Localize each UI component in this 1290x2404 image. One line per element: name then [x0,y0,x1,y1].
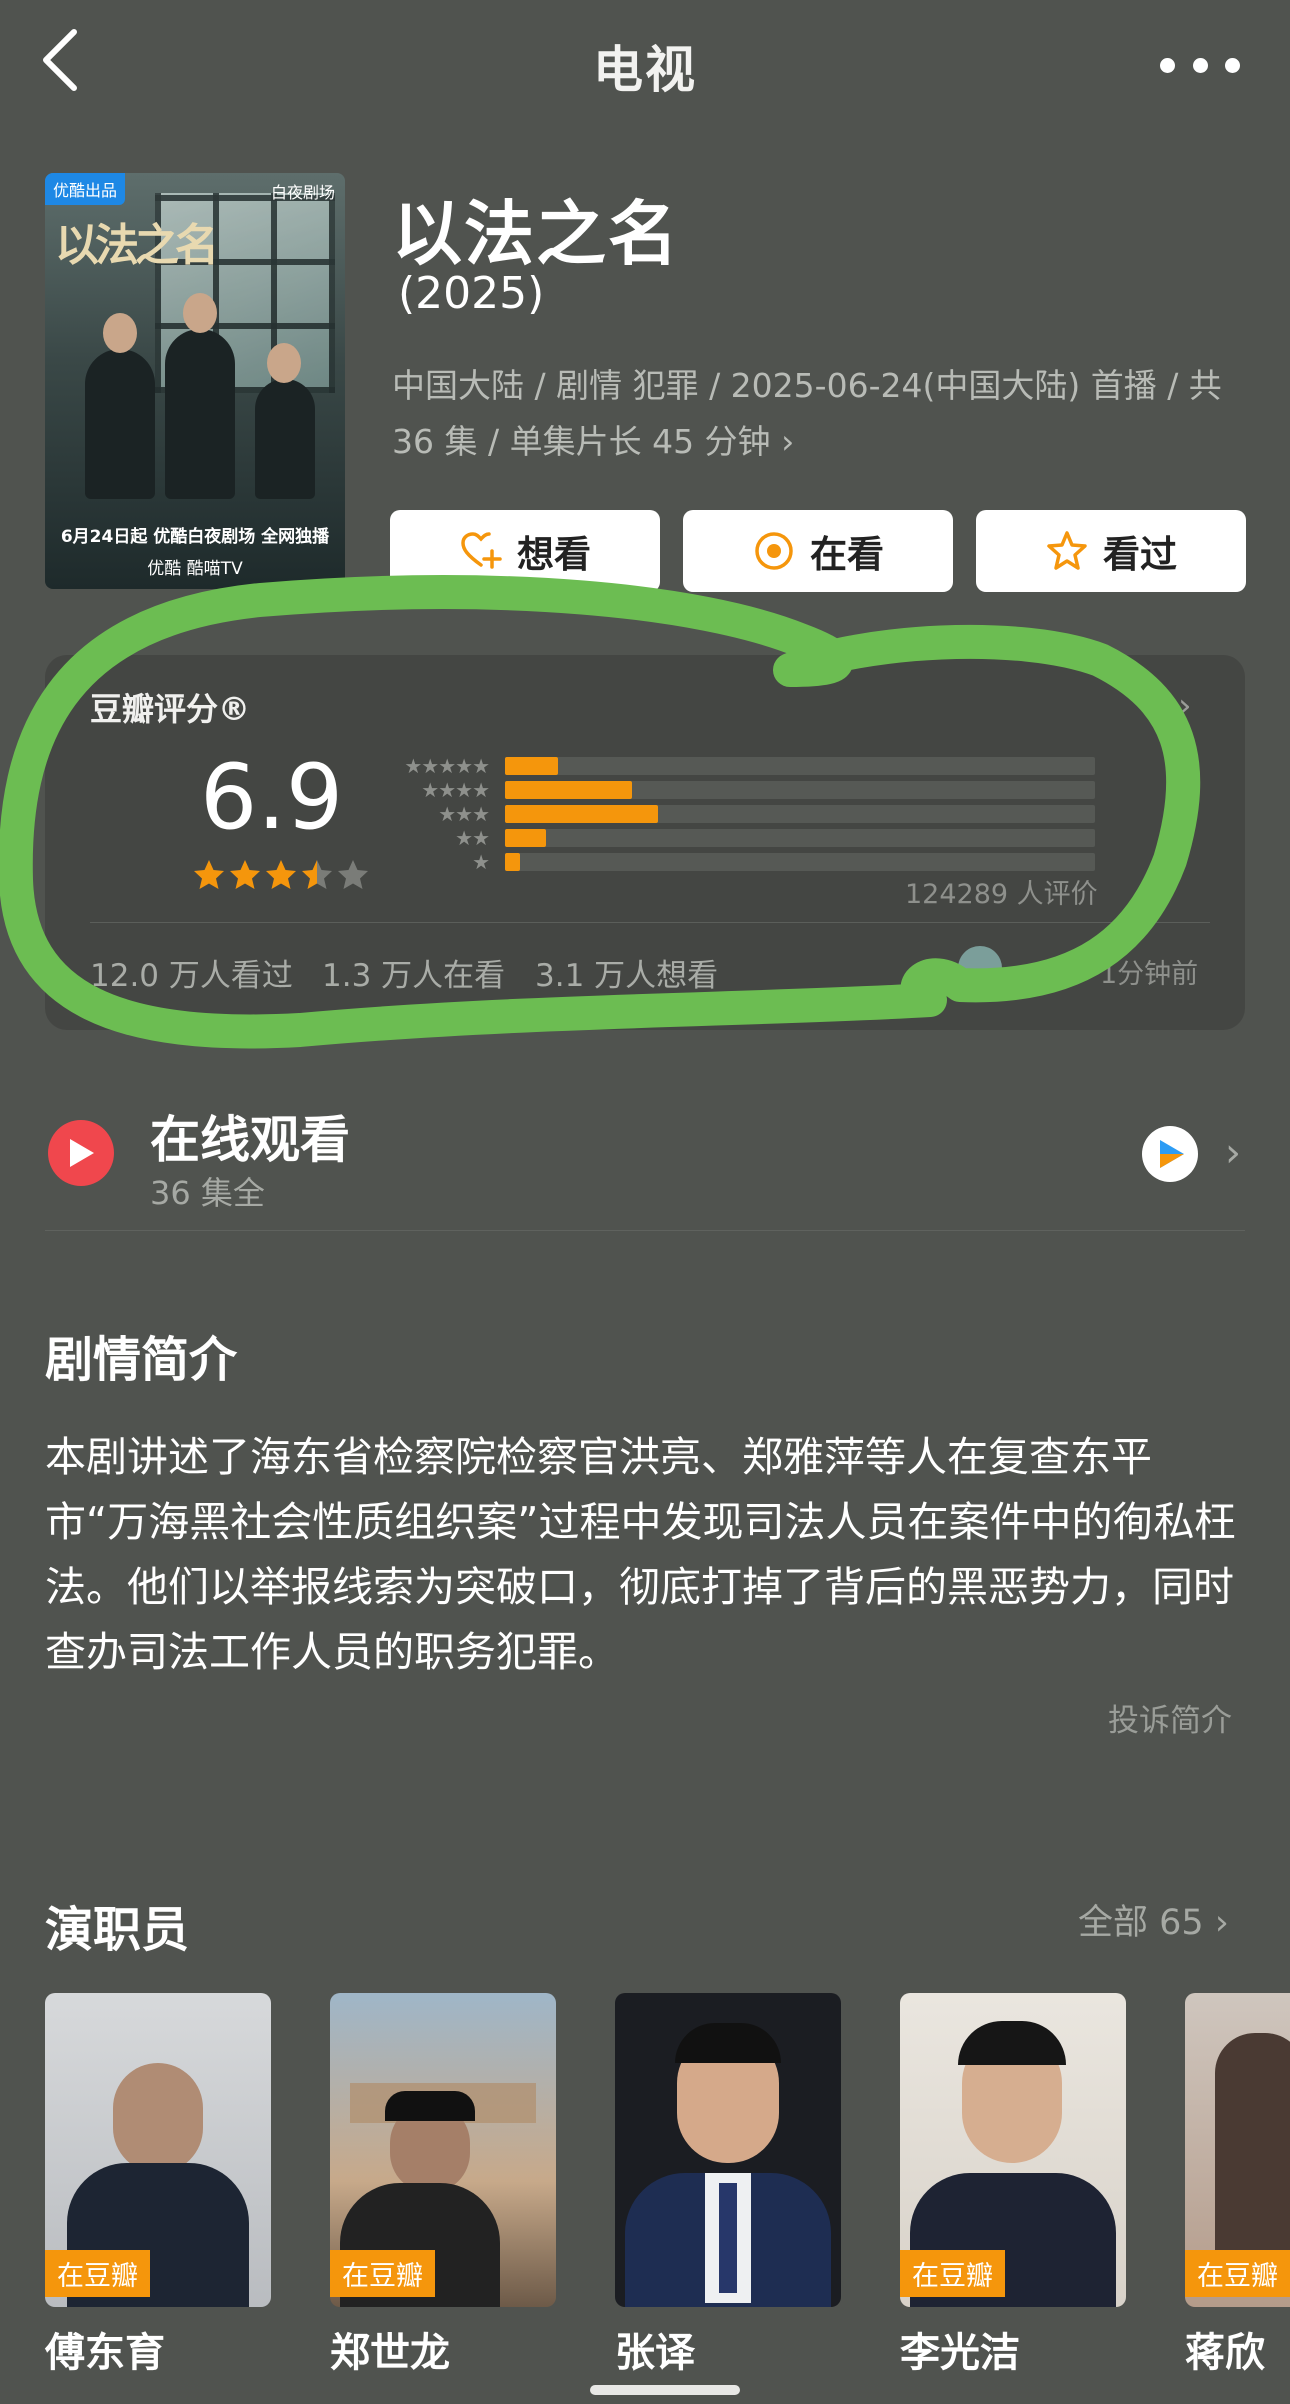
dist-bar-2 [505,829,1095,847]
cast-card-1[interactable]: 在豆瓣 [330,1993,556,2307]
dist-bar-fill [505,781,632,799]
cast-photo-head [113,2063,203,2173]
cast-photo-hair [675,2023,781,2063]
page-title: 电视 [593,41,697,99]
cast-name-1[interactable]: 郑世龙 [330,2320,450,2378]
chevron-right-icon[interactable]: › [1178,686,1192,726]
avatar [958,946,1002,990]
rating-star-icon [230,860,260,889]
rating-star-icon [266,860,296,889]
rating-star-icon [194,860,224,889]
dist-stars-2: ★★ [455,826,490,850]
dist-bar-4 [505,781,1095,799]
poster-image[interactable]: 优酷出品 白夜剧场 以法之名 6月24日起 优酷白夜剧场 全网独播 优酷 酷喵T… [45,173,345,589]
poster-figure-head [267,343,301,383]
dist-stars-5: ★★★★★ [404,754,490,778]
target-icon [755,532,793,570]
more-dot [1160,57,1175,73]
poster-platforms: 优酷 酷喵TV [147,559,243,579]
cast-name-3[interactable]: 李光洁 [900,2320,1020,2378]
cast-name-4[interactable]: 蒋欣 [1185,2320,1290,2378]
stat-want: 3.1 万人想看 [535,958,719,994]
chevron-right-icon: › [781,422,795,461]
poster-figure [165,329,235,499]
dist-bar-fill [505,853,520,871]
show-meta-text: 36 集 / 单集片长 45 分钟 [392,422,771,461]
cast-all-label: 全部 65 [1078,1903,1204,1943]
dist-stars-4: ★★★★ [421,778,490,802]
dist-bar-fill [505,757,559,775]
dist-bar-3 [505,805,1095,823]
report-synopsis-link[interactable]: 投诉简介 [1108,1695,1232,1740]
watched-label: 看过 [1103,533,1177,576]
dist-bar-fill [505,829,547,847]
youku-icon[interactable] [1142,1126,1198,1182]
play-triangle-icon [70,1139,94,1167]
section-divider [45,1230,1245,1231]
poster-badge: 优酷出品 [45,173,126,205]
rating-divider [90,922,1210,923]
cast-card-3[interactable]: 在豆瓣 [900,1993,1126,2307]
stat-watching: 1.3 万人在看 [322,958,506,994]
cast-card-4[interactable]: 在豆瓣 [1185,1993,1290,2307]
show-title: 以法之名 [392,193,680,275]
home-indicator[interactable] [590,2385,740,2395]
score-stars [192,858,370,894]
cast-badge: 在豆瓣 [330,2250,435,2297]
chevron-right-icon[interactable]: › [1225,1130,1241,1176]
stat-watched: 12.0 万人看过 [90,958,293,994]
show-meta-line: 中国大陆 / 剧情 犯罪 / 2025-06-24(中国大陆) 首播 / 共 [392,366,1222,405]
dist-stars-1: ★ [472,850,490,874]
heart-plus-icon [461,532,502,569]
poster-release: 6月24日起 优酷白夜剧场 全网独播 [60,527,330,547]
watching-label: 在看 [810,533,884,576]
rating-updated-time: 1分钟前 [1100,959,1199,990]
chevron-right-icon: › [1214,1903,1229,1943]
youku-logo-icon [1160,1140,1184,1168]
synopsis-title: 剧情简介 [45,1332,238,1388]
want-to-watch-label: 想看 [517,533,591,576]
rating-star-icon [338,860,368,889]
online-watch-subtitle: 36 集全 [150,1174,265,1212]
more-dot [1225,57,1240,73]
cast-title: 演职员 [45,1902,190,1958]
rating-header: 豆瓣评分® [90,690,251,728]
show-meta-line-2: 36 集 / 单集片长 45 分钟 › [392,414,1242,470]
dist-bar-fill [505,805,659,823]
cast-badge: 在豆瓣 [45,2250,150,2297]
cast-badge: 在豆瓣 [1185,2250,1290,2297]
cast-card-0[interactable]: 在豆瓣 [45,1993,271,2307]
poster-figure-head [183,293,217,333]
star-outline-icon [1047,531,1087,570]
show-year: (2025) [398,268,545,319]
more-dot [1192,57,1208,73]
poster-logo: 白夜剧场 [270,183,335,202]
poster-figure-head [103,313,137,353]
poster-figure [255,379,315,499]
rating-score: 6.9 [200,745,344,850]
cast-badge: 在豆瓣 [900,2250,1005,2297]
cast-all-link[interactable]: 全部 65 › [1078,1894,1229,1945]
more-button[interactable] [1160,40,1240,90]
watching-button[interactable]: 在看 [683,510,953,592]
poster-calligraphy: 以法之名 [55,220,219,271]
play-icon[interactable] [48,1120,114,1186]
rating-star-icon [302,860,332,889]
dist-bar-1 [505,853,1095,871]
cast-photo-tie [719,2183,737,2293]
rating-count: 124289 人评价 [905,879,1098,910]
cast-photo-hair [958,2021,1066,2065]
online-watch-title[interactable]: 在线观看 [150,1100,350,1172]
dist-stars-3: ★★★ [438,802,490,826]
show-meta[interactable]: 中国大陆 / 剧情 犯罪 / 2025-06-24(中国大陆) 首播 / 共 3… [392,358,1242,470]
cast-photo-cap [385,2091,475,2121]
cast-card-2[interactable] [615,1993,841,2307]
cast-name-2[interactable]: 张译 [615,2320,695,2378]
cast-name-0[interactable]: 傅东育 [45,2320,165,2378]
watched-button[interactable]: 看过 [976,510,1246,592]
want-to-watch-button[interactable]: 想看 [390,510,660,592]
poster-figure [85,349,155,499]
synopsis-text: 本剧讲述了海东省检察院检察官洪亮、郑雅萍等人在复查东平市“万海黑社会性质组织案”… [45,1433,1236,1676]
dist-bar-5 [505,757,1095,775]
